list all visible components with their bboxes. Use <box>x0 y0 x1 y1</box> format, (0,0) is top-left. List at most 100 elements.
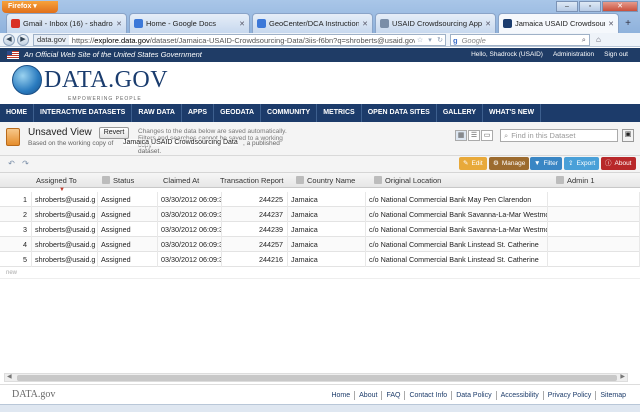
column-header-admin-1[interactable]: Admin 1 <box>556 173 636 189</box>
cell-country-name[interactable]: Jamaica <box>288 237 366 252</box>
cell-assigned-to[interactable]: shroberts@usaid.g <box>32 237 98 252</box>
url-bar[interactable]: data.gov https://explore.data.gov/datase… <box>33 34 446 46</box>
table-row[interactable]: 4 shroberts@usaid.g Assigned 03/30/2012 06:… <box>0 237 640 252</box>
filter-button[interactable]: ▼ Filter <box>530 157 562 170</box>
browser-tab[interactable]: Home - Google Docs ✕ <box>129 13 250 33</box>
cell-assigned-to[interactable]: shroberts@usaid.g <box>32 222 98 237</box>
back-button[interactable]: ◀ <box>3 34 15 46</box>
minimize-button[interactable]: – <box>556 1 578 12</box>
column-header-transaction-report[interactable]: Transaction Report <box>220 173 290 189</box>
close-tab-icon[interactable]: ✕ <box>485 20 491 28</box>
redo-icon[interactable]: ↷ <box>20 159 31 169</box>
browser-tab[interactable]: Gmail - Inbox (16) - shadrock...✕ <box>6 13 127 33</box>
close-tab-icon[interactable]: ✕ <box>362 20 368 28</box>
cell-claimed-at[interactable]: 03/30/2012 06:09:3 <box>158 222 222 237</box>
nav-item-raw-data[interactable]: RAW DATA <box>132 104 182 122</box>
cell-status[interactable]: Assigned <box>98 237 158 252</box>
row-number[interactable]: 1 <box>0 192 32 207</box>
cell-status[interactable]: Assigned <box>98 252 158 267</box>
cell-country-name[interactable]: Jamaica <box>288 222 366 237</box>
horizontal-scrollbar[interactable]: ◀ ▶ <box>4 373 628 382</box>
maximize-button[interactable]: ▫ <box>579 1 601 12</box>
cell-claimed-at[interactable]: 03/30/2012 06:09:3 <box>158 207 222 222</box>
column-header-original-location[interactable]: Original Location <box>374 173 494 189</box>
cell-country-name[interactable]: Jamaica <box>288 252 366 267</box>
cell-transaction-report[interactable]: 244257 <box>222 237 288 252</box>
cell-claimed-at[interactable]: 03/30/2012 06:09:3 <box>158 252 222 267</box>
revert-button[interactable]: Revert <box>99 127 129 139</box>
column-header-claimed-at[interactable]: Claimed At <box>163 173 223 189</box>
footer-link-faq[interactable]: FAQ <box>381 391 404 400</box>
page-view-icon[interactable]: ▭ <box>481 130 493 141</box>
cell-status[interactable]: Assigned <box>98 222 158 237</box>
footer-logo[interactable]: DATA.gov <box>12 389 55 400</box>
firefox-menu-button[interactable]: Firefox ▾ <box>2 1 58 13</box>
cell-admin-1[interactable] <box>548 222 640 237</box>
home-icon[interactable]: ⌂ <box>596 35 601 44</box>
table-row[interactable]: 3 shroberts@usaid.g Assigned 03/30/2012 06:… <box>0 222 640 237</box>
close-window-button[interactable]: ✕ <box>602 1 638 12</box>
nav-item-metrics[interactable]: METRICS <box>317 104 362 122</box>
table-row[interactable]: 5 shroberts@usaid.g Assigned 03/30/2012 06:… <box>0 252 640 267</box>
cell-original-location[interactable]: c/o National Commercial Bank Linstead St… <box>366 237 548 252</box>
cell-transaction-report[interactable]: 244225 <box>222 192 288 207</box>
footer-link-contact-info[interactable]: Contact Info <box>404 391 451 400</box>
column-header-country-name[interactable]: Country Name <box>296 173 366 189</box>
browser-tab[interactable]: GeoCenter/DCA Instructions ...✕ <box>252 13 373 33</box>
close-tab-icon[interactable]: ✕ <box>116 20 122 28</box>
footer-link-about[interactable]: About <box>354 391 381 400</box>
browser-tab[interactable]: USAID Crowdsourcing Applic...✕ <box>375 13 496 33</box>
site-identity[interactable]: data.gov <box>34 35 69 45</box>
administration-link[interactable]: Administration <box>553 50 594 60</box>
cell-assigned-to[interactable]: shroberts@usaid.g <box>32 252 98 267</box>
dataset-link[interactable]: Jamaica USAID Crowdsourcing Data <box>123 139 238 146</box>
row-number[interactable]: 5 <box>0 252 32 267</box>
cell-transaction-report[interactable]: 244239 <box>222 222 288 237</box>
new-row-placeholder[interactable]: new <box>0 267 640 279</box>
nav-item-gallery[interactable]: GALLERY <box>437 104 483 122</box>
cell-claimed-at[interactable]: 03/30/2012 06:09:3 <box>158 192 222 207</box>
footer-link-privacy-policy[interactable]: Privacy Policy <box>542 391 596 400</box>
row-number[interactable]: 2 <box>0 207 32 222</box>
cell-country-name[interactable]: Jamaica <box>288 192 366 207</box>
search-icon[interactable]: ⌕ <box>582 35 589 45</box>
cell-assigned-to[interactable]: shroberts@usaid.g <box>32 207 98 222</box>
footer-link-home[interactable]: Home <box>327 391 354 400</box>
nav-item-home[interactable]: HOME <box>0 104 34 122</box>
table-view-icon[interactable]: ▦ <box>455 130 467 141</box>
nav-item-interactive-datasets[interactable]: INTERACTIVE DATASETS <box>34 104 133 122</box>
nav-item-open-data-sites[interactable]: OPEN DATA SITES <box>362 104 437 122</box>
cell-original-location[interactable]: c/o National Commercial Bank Savanna-La-… <box>366 207 548 222</box>
list-view-icon[interactable]: ☰ <box>468 130 480 141</box>
close-tab-icon[interactable]: ✕ <box>608 20 614 28</box>
cell-original-location[interactable]: c/o National Commercial Bank Savanna-La-… <box>366 222 548 237</box>
cell-status[interactable]: Assigned <box>98 207 158 222</box>
sidebar-toggle-button[interactable]: ▣ <box>622 129 634 142</box>
row-number[interactable]: 4 <box>0 237 32 252</box>
footer-link-data-policy[interactable]: Data Policy <box>451 391 495 400</box>
forward-button[interactable]: ▶ <box>17 34 29 46</box>
cell-original-location[interactable]: c/o National Commercial Bank Linstead St… <box>366 252 548 267</box>
scroll-left-icon[interactable]: ◀ <box>7 373 12 380</box>
nav-item-apps[interactable]: APPS <box>182 104 215 122</box>
scrollbar-thumb[interactable] <box>17 375 617 381</box>
nav-item-what-s-new[interactable]: WHAT'S NEW <box>483 104 542 122</box>
row-number[interactable]: 3 <box>0 222 32 237</box>
cell-admin-1[interactable] <box>548 237 640 252</box>
cell-transaction-report[interactable]: 244216 <box>222 252 288 267</box>
nav-item-community[interactable]: COMMUNITY <box>261 104 318 122</box>
column-header-status[interactable]: Status <box>102 173 152 189</box>
cell-transaction-report[interactable]: 244237 <box>222 207 288 222</box>
manage-button[interactable]: ⚙ Manage <box>489 157 530 170</box>
footer-link-accessibility[interactable]: Accessibility <box>495 391 543 400</box>
scroll-right-icon[interactable]: ▶ <box>620 373 625 380</box>
cell-admin-1[interactable] <box>548 252 640 267</box>
nav-item-geodata[interactable]: GEODATA <box>214 104 262 122</box>
table-row[interactable]: 1 shroberts@usaid.g Assigned 03/30/2012 06:… <box>0 192 640 207</box>
cell-admin-1[interactable] <box>548 207 640 222</box>
footer-link-sitemap[interactable]: Sitemap <box>595 391 630 400</box>
cell-original-location[interactable]: c/o National Commercial Bank May Pen Cla… <box>366 192 548 207</box>
browser-tab[interactable]: Jamaica USAID Crowdsourcing...✕ <box>498 13 619 33</box>
sign-out-link[interactable]: Sign out <box>604 50 628 60</box>
bookmark-star-icon[interactable]: ☆ <box>415 36 425 44</box>
